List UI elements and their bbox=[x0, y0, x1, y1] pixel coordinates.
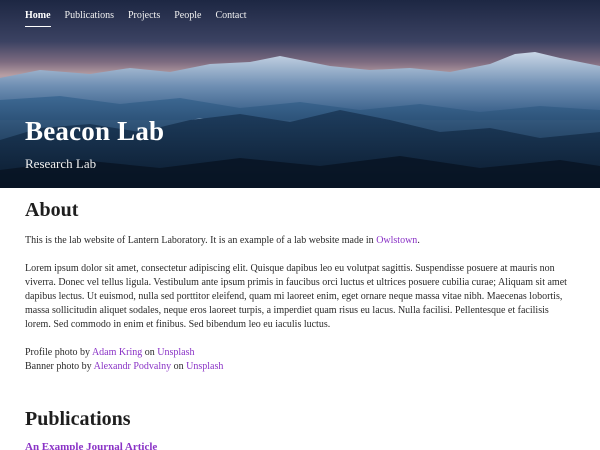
nav-item-people[interactable]: People bbox=[174, 10, 201, 25]
profile-credit-on: on bbox=[142, 347, 158, 358]
banner: Home Publications Projects People Contac… bbox=[0, 0, 600, 188]
photo-credits: Profile photo by Adam Kring on Unsplash … bbox=[25, 346, 575, 374]
banner-credit-on: on bbox=[171, 361, 187, 372]
publications-heading: Publications bbox=[25, 408, 131, 430]
publication-link[interactable]: An Example Journal Article bbox=[25, 441, 157, 450]
main-content: About This is the lab website of Lantern… bbox=[25, 199, 575, 374]
about-intro: This is the lab website of Lantern Labor… bbox=[25, 234, 575, 248]
profile-unsplash-link[interactable]: Unsplash bbox=[157, 347, 194, 358]
about-intro-text: This is the lab website of Lantern Labor… bbox=[25, 235, 377, 246]
owlstown-link[interactable]: Owlstown bbox=[376, 235, 417, 246]
nav-item-projects[interactable]: Projects bbox=[128, 10, 160, 25]
about-intro-end: . bbox=[417, 235, 420, 246]
site-subtitle: Research Lab bbox=[25, 156, 97, 171]
banner-author-link[interactable]: Alexandr Podvalny bbox=[94, 361, 172, 372]
nav-item-publications[interactable]: Publications bbox=[65, 10, 114, 25]
banner-unsplash-link[interactable]: Unsplash bbox=[186, 361, 223, 372]
about-heading: About bbox=[25, 199, 79, 221]
banner-credit-prefix: Banner photo by bbox=[25, 361, 94, 372]
profile-credit-prefix: Profile photo by bbox=[25, 347, 92, 358]
top-nav: Home Publications Projects People Contac… bbox=[25, 10, 261, 27]
nav-item-home[interactable]: Home bbox=[25, 10, 51, 27]
nav-item-contact[interactable]: Contact bbox=[215, 10, 246, 25]
site-title: Beacon Lab bbox=[25, 116, 165, 146]
about-lorem: Lorem ipsum dolor sit amet, consectetur … bbox=[25, 263, 567, 330]
profile-author-link[interactable]: Adam Kring bbox=[92, 347, 142, 358]
